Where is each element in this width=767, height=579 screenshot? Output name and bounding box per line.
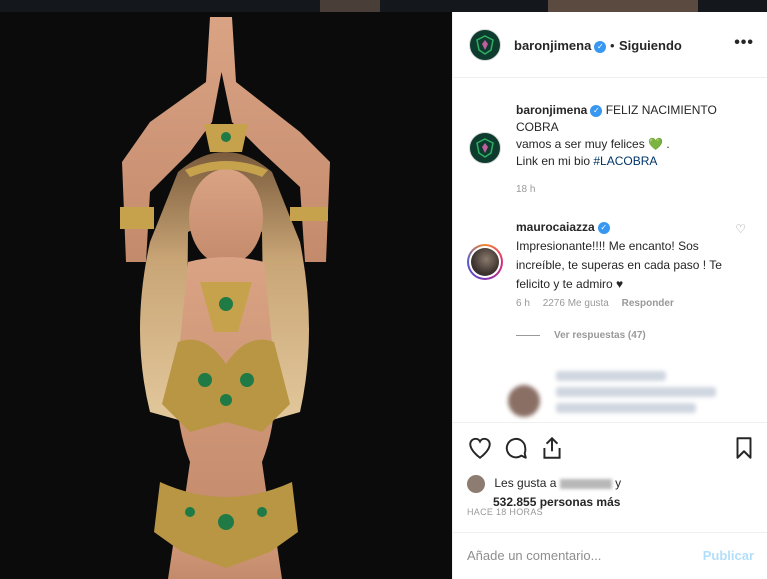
action-bar: Les gusta a y 532.855 personas más (453, 422, 767, 509)
blurred-text (556, 387, 716, 397)
blurred-avatar (508, 385, 540, 417)
comment-likes[interactable]: 2276 Me gusta (543, 298, 609, 309)
comment-like-heart-icon[interactable]: ♡ (735, 222, 746, 236)
caption-username[interactable]: baronjimena (516, 103, 587, 117)
comment-body: Impresionante!!!! Me encanto! Sos increí… (516, 239, 722, 291)
background-strip (0, 0, 767, 12)
cobra-logo-icon (476, 35, 494, 55)
header-separator: • (610, 38, 615, 53)
likes-suffix: y (615, 476, 622, 491)
header-username-text[interactable]: baronjimena (514, 38, 591, 53)
view-replies-button[interactable]: Ver respuestas (47) (516, 330, 646, 341)
verified-badge-icon: ✓ (594, 40, 607, 53)
cobra-logo-icon (476, 138, 494, 158)
green-heart-emoji: 💚 (648, 137, 664, 151)
verified-badge-icon: ✓ (597, 221, 610, 234)
caption-text: baronjimena ✓ FELIZ NACIMIENTO COBRA vamo… (516, 102, 756, 170)
caption-line3: Link en mi bio (516, 154, 594, 168)
more-options-icon[interactable]: ••• (734, 34, 754, 52)
post-time-label: HACE 18 HORAS (467, 507, 543, 517)
comment-meta: 6 h 2276 Me gusta Responder (516, 298, 684, 309)
reply-button[interactable]: Responder (622, 298, 674, 309)
background-thumbnail (320, 0, 380, 12)
heart-icon[interactable] (467, 435, 493, 461)
avatar-ring-inner (469, 246, 501, 278)
add-comment-bar: Añade un comentario... Publicar (453, 532, 767, 579)
caption-avatar[interactable] (469, 132, 501, 164)
comment-time: 6 h (516, 298, 530, 309)
post-photo (0, 12, 452, 579)
comment-input[interactable]: Añade un comentario... (467, 548, 687, 563)
caption-line2-end: . (663, 137, 670, 151)
caption-timestamp: 18 h (516, 184, 536, 195)
publish-button[interactable]: Publicar (703, 548, 754, 563)
share-icon[interactable] (539, 435, 565, 461)
profile-avatar[interactable] (469, 29, 501, 61)
avatar-photo (471, 248, 499, 276)
blurred-comment (508, 367, 767, 422)
commenter-avatar[interactable] (467, 244, 503, 280)
comment-username[interactable]: maurocaiazza (516, 220, 595, 234)
comment-icon[interactable] (503, 435, 529, 461)
caption-line2: vamos a ser muy felices (516, 137, 645, 151)
post-header: baronjimena ✓ • Siguiendo ••• (453, 12, 767, 78)
post-detail-panel: baronjimena ✓ • Siguiendo ••• baronjimena… (452, 12, 767, 579)
liker-avatar[interactable] (467, 475, 485, 493)
blurred-text (556, 403, 696, 413)
blurred-text (556, 371, 666, 381)
blurred-liker-name (559, 479, 612, 489)
photo-illustration (0, 12, 452, 579)
background-thumbnail (548, 0, 698, 12)
bookmark-icon[interactable] (731, 435, 757, 461)
hashtag-link[interactable]: #LACOBRA (593, 154, 657, 168)
following-button[interactable]: Siguiendo (619, 38, 682, 53)
likes-prefix: Les gusta a (494, 476, 557, 491)
verified-badge-icon: ✓ (590, 104, 603, 117)
comment-text: maurocaiazza ✓ Impresionante!!!! Me encan… (516, 218, 731, 294)
header-username[interactable]: baronjimena ✓ (514, 38, 607, 53)
likes-summary: Les gusta a y (467, 475, 621, 493)
